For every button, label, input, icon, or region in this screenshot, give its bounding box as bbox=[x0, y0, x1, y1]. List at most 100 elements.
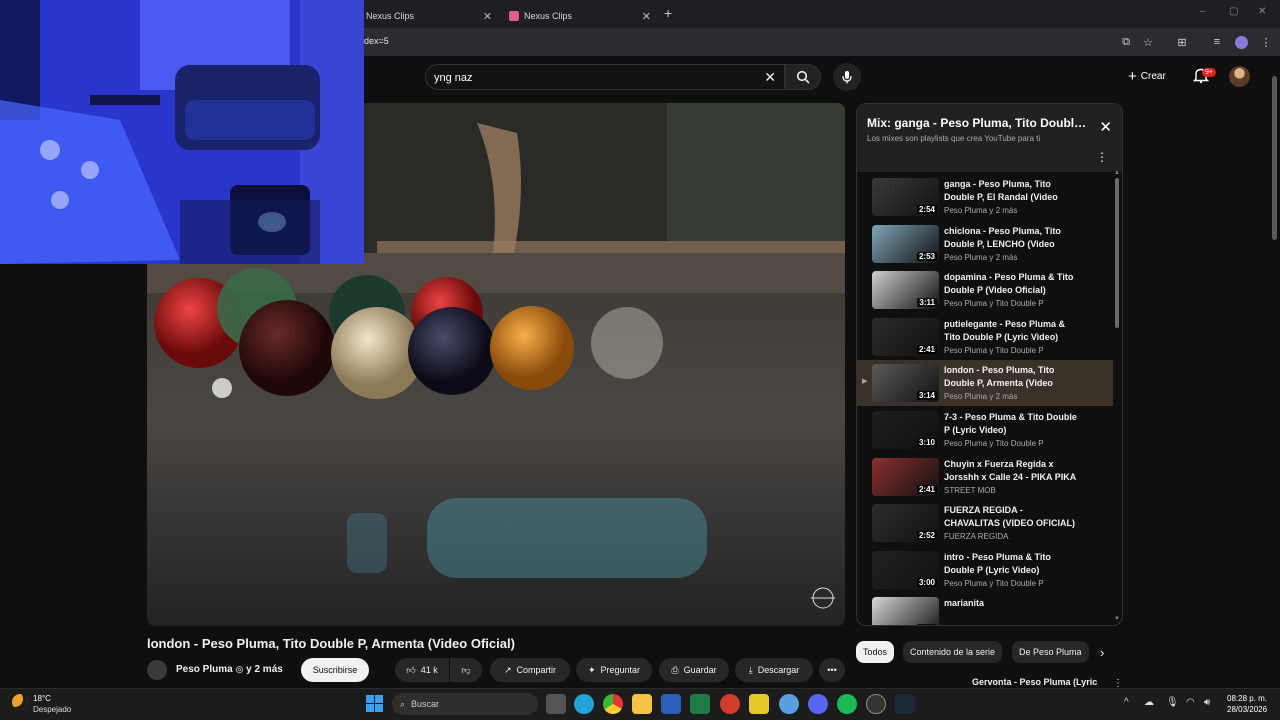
playlist-title[interactable]: Mix: ganga - Peso Pluma, Tito Double P, … bbox=[867, 116, 1092, 130]
close-icon[interactable]: ✕ bbox=[642, 10, 651, 23]
playlist-item[interactable]: 2:53 chiclona - Peso Pluma, Tito Double P… bbox=[857, 221, 1113, 267]
playlist-thumbnail[interactable]: 3:11 bbox=[872, 271, 939, 310]
playlist-thumbnail[interactable]: 3:14 bbox=[872, 364, 939, 403]
taskbar-search[interactable]: ⌕ Buscar bbox=[392, 693, 538, 715]
playlist-thumbnail[interactable]: 3:00 bbox=[872, 550, 939, 589]
dislike-button[interactable]: 👎︎ bbox=[450, 658, 482, 682]
playlist-thumbnail[interactable]: 3:00 bbox=[872, 597, 939, 625]
more-actions-button[interactable]: ••• bbox=[819, 658, 845, 682]
chip-from-channel[interactable]: De Peso Pluma bbox=[1012, 641, 1089, 663]
playlist-thumbnail[interactable]: 2:54 bbox=[872, 178, 939, 216]
bookmark-star-icon[interactable]: ☆ bbox=[1140, 34, 1156, 50]
store-icon[interactable] bbox=[779, 694, 799, 714]
ask-button[interactable]: ✦ Preguntar bbox=[576, 658, 652, 682]
sticky-notes-icon[interactable] bbox=[749, 694, 769, 714]
discord-icon[interactable] bbox=[808, 694, 828, 714]
playlist-item-title[interactable]: Chuyin x Fuerza Regida x Jorsshh x Calle… bbox=[944, 458, 1079, 484]
next-video-title[interactable]: Gervonta - Peso Pluma (Lyric bbox=[972, 677, 1097, 687]
search-box[interactable]: ✕ bbox=[425, 64, 785, 90]
playlist-item-title[interactable]: putielegante - Peso Pluma & Tito Double … bbox=[944, 318, 1079, 344]
maximize-button[interactable]: ▢ bbox=[1229, 6, 1238, 17]
playlist-item-title[interactable]: london - Peso Pluma, Tito Double P, Arme… bbox=[944, 364, 1079, 390]
extensions-icon[interactable]: ⊞ bbox=[1174, 34, 1190, 50]
reading-list-icon[interactable]: ≡ bbox=[1209, 34, 1225, 50]
playlist-item[interactable]: 3:00 intro - Peso Pluma & Tito Double P (… bbox=[857, 547, 1113, 593]
playlist-item[interactable]: 2:41 putielegante - Peso Pluma & Tito Dou… bbox=[857, 314, 1113, 360]
playlist-item[interactable]: 3:10 7-3 - Peso Pluma & Tito Double P (Ly… bbox=[857, 407, 1113, 453]
file-explorer-icon[interactable] bbox=[632, 694, 652, 714]
task-view-icon[interactable] bbox=[546, 694, 566, 714]
clock-date[interactable]: 28/03/2026 bbox=[1227, 705, 1267, 714]
create-button[interactable]: + Crear bbox=[1128, 68, 1166, 85]
chevron-right-icon[interactable]: › bbox=[1100, 645, 1104, 660]
channel-name[interactable]: Peso Pluma ◎ y 2 más bbox=[176, 664, 283, 675]
playlist-thumbnail[interactable]: 3:10 bbox=[872, 411, 939, 449]
playlist-item-title[interactable]: marianita bbox=[944, 597, 1079, 610]
playlist-item-title[interactable]: ganga - Peso Pluma, Tito Double P, El Ra… bbox=[944, 178, 1079, 204]
duration-badge: 3:11 bbox=[917, 298, 937, 308]
playlist-scrollbar[interactable] bbox=[1115, 178, 1119, 328]
playlist-item[interactable]: 2:41 Chuyin x Fuerza Regida x Jorsshh x C… bbox=[857, 454, 1113, 500]
playlist-item-title[interactable]: FUERZA REGIDA - CHAVALITAS (VIDEO OFICIA… bbox=[944, 504, 1079, 530]
tray-overflow-icon[interactable]: ^ bbox=[1124, 697, 1129, 708]
close-playlist-icon[interactable]: ✕ bbox=[1099, 118, 1112, 136]
spotify-icon[interactable] bbox=[837, 694, 857, 714]
playlist-item-title[interactable]: 7-3 - Peso Pluma & Tito Double P (Lyric … bbox=[944, 411, 1079, 437]
playlist-item[interactable]: 2:52 FUERZA REGIDA - CHAVALITAS (VIDEO OF… bbox=[857, 500, 1113, 546]
scroll-down-arrow-icon[interactable]: ▼ bbox=[1114, 616, 1120, 622]
chip-all[interactable]: Todos bbox=[856, 641, 895, 663]
playlist-thumbnail[interactable]: 2:52 bbox=[872, 504, 939, 543]
playlist-item[interactable]: 2:54 ganga - Peso Pluma, Tito Double P, E… bbox=[857, 174, 1113, 220]
channel-avatar[interactable] bbox=[147, 660, 167, 680]
playlist-item-title[interactable]: dopamina - Peso Pluma & Tito Double P (V… bbox=[944, 271, 1079, 297]
new-tab-button[interactable]: + bbox=[664, 5, 672, 21]
scroll-up-arrow-icon[interactable]: ▲ bbox=[1114, 170, 1120, 176]
url-text[interactable]: dex=5 bbox=[364, 36, 389, 46]
like-button[interactable]: 👍︎ 41 k bbox=[395, 658, 449, 682]
page-scrollbar[interactable] bbox=[1272, 76, 1277, 240]
playlist-item[interactable]: ▶ 3:14 london - Peso Pluma, Tito Double P,… bbox=[857, 360, 1113, 407]
browser-menu-icon[interactable]: ⋮ bbox=[1258, 34, 1274, 50]
wifi-icon[interactable]: ◠ bbox=[1186, 697, 1195, 708]
playlist-item-title[interactable]: intro - Peso Pluma & Tito Double P (Lyri… bbox=[944, 551, 1079, 577]
duration-badge: 3:00 bbox=[916, 624, 937, 625]
weather-description[interactable]: Despejado bbox=[33, 705, 71, 714]
chip-series-content[interactable]: Contenido de la serie bbox=[903, 641, 1003, 663]
account-avatar[interactable] bbox=[1229, 66, 1250, 87]
browser-tab-2[interactable]: Nexus Clips ✕ bbox=[509, 4, 653, 28]
playlist-menu-icon[interactable]: ⋮ bbox=[1096, 150, 1108, 164]
search-button[interactable] bbox=[785, 64, 821, 90]
excel-icon[interactable] bbox=[690, 694, 710, 714]
playlist-item[interactable]: 3:11 dopamina - Peso Pluma & Tito Double … bbox=[857, 267, 1113, 313]
save-button[interactable]: ⎙ Guardar bbox=[659, 658, 729, 682]
clear-search-icon[interactable]: ✕ bbox=[764, 69, 776, 86]
playlist-thumbnail[interactable]: 2:41 bbox=[872, 457, 939, 496]
cloud-icon[interactable]: ☁ bbox=[1144, 697, 1154, 708]
download-button[interactable]: ⤓ Descargar bbox=[735, 658, 813, 682]
playlist-thumbnail[interactable]: 2:53 bbox=[872, 224, 939, 263]
minimize-button[interactable]: – bbox=[1200, 6, 1206, 17]
share-button[interactable]: ↗ Compartir bbox=[490, 658, 570, 682]
close-icon[interactable]: ✕ bbox=[483, 10, 492, 23]
cast-icon[interactable]: ⧉ bbox=[1118, 34, 1134, 50]
mic-tray-icon[interactable]: 🎙︎ bbox=[1166, 697, 1179, 708]
word-icon[interactable] bbox=[661, 694, 681, 714]
search-input[interactable] bbox=[434, 70, 754, 86]
chrome-icon[interactable] bbox=[603, 694, 623, 714]
steam-icon[interactable] bbox=[895, 694, 915, 714]
browser-tab-1[interactable]: Nexus Clips ✕ bbox=[366, 4, 494, 28]
playlist-item[interactable]: 3:00 marianita Peso Pluma bbox=[857, 593, 1113, 625]
windows-start-icon[interactable] bbox=[366, 695, 383, 712]
playlist-thumbnail[interactable]: 2:41 bbox=[872, 317, 939, 356]
edge-icon[interactable] bbox=[574, 694, 594, 714]
volume-icon[interactable]: 🔊︎ bbox=[1204, 697, 1210, 708]
profile-icon[interactable] bbox=[1233, 34, 1249, 50]
clock-time[interactable]: 08:28 p. m. bbox=[1227, 694, 1267, 703]
voice-search-button[interactable] bbox=[833, 63, 861, 91]
pdf-reader-icon[interactable] bbox=[720, 694, 740, 714]
close-window-button[interactable]: ✕ bbox=[1258, 6, 1266, 17]
weather-temperature[interactable]: 18°C bbox=[33, 694, 51, 703]
playlist-item-title[interactable]: chiclona - Peso Pluma, Tito Double P, LE… bbox=[944, 225, 1079, 251]
obs-icon[interactable] bbox=[866, 694, 886, 714]
subscribe-button[interactable]: Suscribirse bbox=[301, 658, 369, 682]
